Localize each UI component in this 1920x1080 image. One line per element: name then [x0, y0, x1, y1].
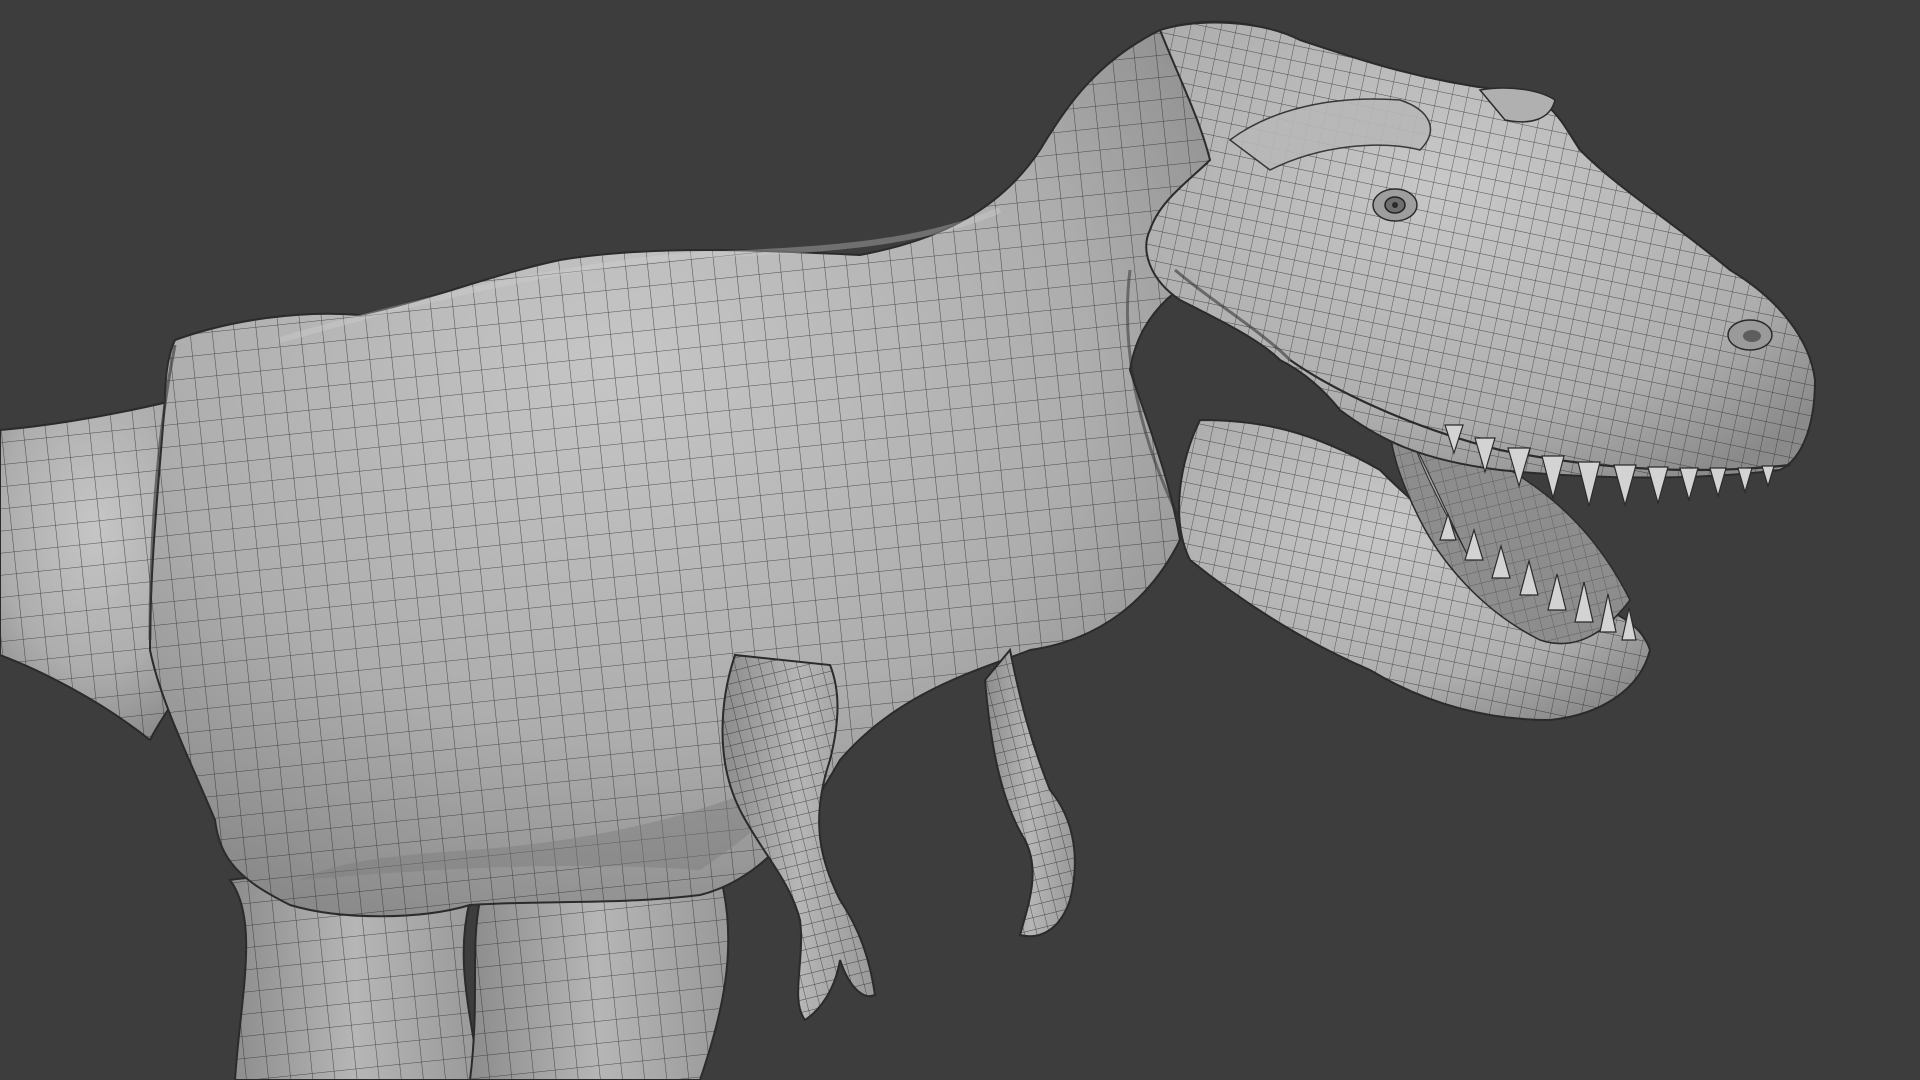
nostril — [1727, 319, 1773, 351]
3d-viewport[interactable] — [0, 0, 1920, 1080]
render-canvas — [0, 20, 1817, 1080]
torso — [148, 20, 1272, 918]
arm-far — [983, 647, 1076, 938]
eye — [1372, 188, 1418, 222]
